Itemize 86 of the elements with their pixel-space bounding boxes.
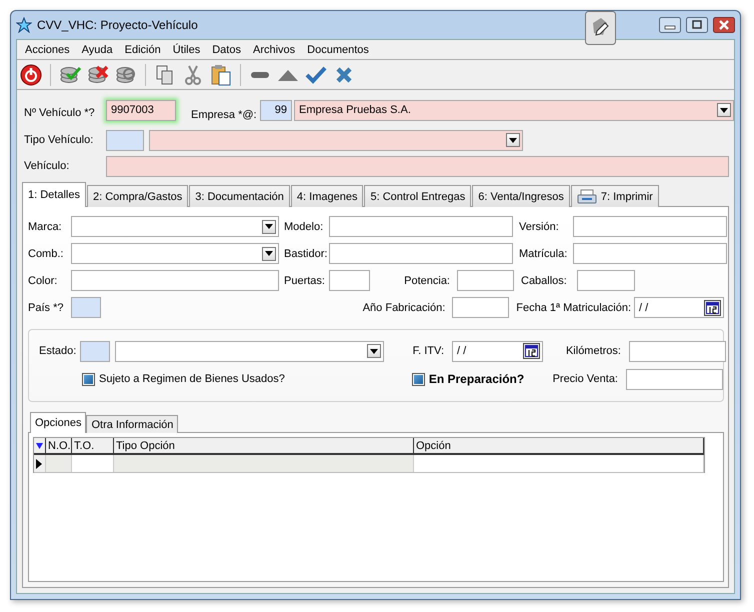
field-label: Versión: — [519, 220, 560, 232]
menu-item[interactable]: Datos — [206, 44, 247, 56]
column-header[interactable]: T.O. — [72, 438, 114, 453]
field-label: Marca: — [28, 220, 63, 232]
maximize-button[interactable] — [686, 17, 708, 33]
text-field[interactable] — [329, 270, 370, 291]
field-label: Modelo: — [284, 220, 324, 232]
calendar-button[interactable] — [704, 300, 721, 316]
tab[interactable]: Opciones — [30, 412, 86, 433]
pencil-icon[interactable] — [585, 11, 616, 45]
minimize-button[interactable] — [659, 17, 681, 33]
tab[interactable]: 1: Detalles — [22, 182, 86, 207]
field-label: Bastidor: — [284, 248, 328, 260]
checkbox[interactable]: Sujeto a Regimen de Bienes Usados? — [82, 372, 412, 386]
field-label: Estado: — [39, 345, 78, 357]
text-field[interactable] — [329, 216, 513, 237]
menu-item[interactable]: Acciones — [19, 44, 76, 56]
tab[interactable]: 4: Imagenes — [290, 185, 364, 207]
star-icon — [16, 17, 32, 33]
dropdown-button[interactable] — [262, 220, 276, 234]
column-header[interactable]: Tipo Opción — [114, 438, 414, 453]
dropdown-button[interactable] — [367, 344, 381, 358]
tab[interactable]: Otra Información — [86, 415, 178, 433]
text-field[interactable] — [452, 297, 510, 318]
text-field[interactable] — [573, 216, 727, 237]
dropdown-button[interactable] — [717, 103, 731, 117]
date-field[interactable]: / / — [452, 340, 543, 362]
column-header[interactable]: N.O. — [46, 438, 72, 453]
field-label: Kilómetros: — [564, 345, 621, 357]
field-label: Precio Venta: — [552, 373, 618, 385]
field-label: Año Fabricación: — [362, 302, 446, 314]
text-field[interactable] — [573, 243, 727, 264]
tab[interactable]: 2: Compra/Gastos — [86, 185, 188, 207]
row-pointer-icon — [36, 458, 42, 468]
menu-item[interactable]: Documentos — [301, 44, 375, 56]
field-label: País *? — [28, 302, 64, 314]
caret-icon — [370, 348, 378, 354]
caret-icon — [265, 251, 273, 256]
tab[interactable]: 6: Venta/Ingresos — [472, 185, 570, 207]
field-label: Potencia: — [403, 274, 450, 286]
tab[interactable]: 5: Control Entregas — [364, 185, 472, 207]
text-field[interactable] — [457, 270, 514, 291]
field-label: Caballos: — [521, 274, 568, 286]
calendar-button[interactable] — [523, 343, 540, 359]
field-label: Nº Vehículo *? — [24, 106, 96, 119]
window-title: CVV_VHC: Proyecto-Vehículo — [37, 18, 198, 32]
printer-icon — [576, 188, 597, 204]
company-code-field[interactable]: 99 — [260, 100, 292, 120]
menu-item[interactable]: Archivos — [246, 44, 302, 56]
text-field[interactable] — [80, 340, 110, 362]
field-label: Tipo Vehículo: — [24, 134, 94, 146]
text-field[interactable] — [329, 243, 513, 264]
field-label: F. ITV: — [412, 345, 444, 357]
field-label: Matrícula: — [519, 248, 568, 260]
date-field[interactable]: / / — [634, 297, 724, 318]
menu-item[interactable]: Edición — [118, 44, 167, 56]
menu-item[interactable]: Útiles — [166, 44, 206, 56]
text-field[interactable] — [71, 270, 279, 291]
text-field[interactable] — [626, 368, 723, 390]
field-label: Puertas: — [284, 274, 326, 286]
close-button[interactable] — [713, 17, 735, 33]
caret-icon — [720, 108, 728, 112]
field-label: Vehículo: — [24, 160, 70, 172]
caret-icon — [509, 138, 517, 142]
text-field[interactable] — [106, 156, 729, 176]
field-label: Color: — [28, 274, 58, 286]
field-label: Comb.: — [28, 248, 64, 260]
text-field[interactable] — [577, 270, 635, 291]
dropdown-button[interactable] — [506, 133, 520, 147]
sort-arrow-icon[interactable] — [36, 442, 43, 448]
vehicle-number-field[interactable]: 9907003 — [106, 100, 176, 120]
text-field[interactable] — [629, 340, 726, 362]
text-field[interactable] — [71, 297, 101, 318]
column-header[interactable]: Opción — [414, 438, 704, 453]
paste-icon[interactable] — [209, 62, 233, 86]
tab[interactable]: 3: Documentación — [189, 185, 290, 207]
text-field[interactable] — [106, 130, 144, 150]
checkbox[interactable]: En Preparación? — [412, 372, 541, 386]
field-label: Fecha 1ª Matriculación: — [516, 302, 631, 314]
combo-box[interactable]: Empresa Pruebas S.A. — [294, 100, 734, 120]
tab[interactable]: 7: Imprimir — [570, 185, 659, 207]
dropdown-button[interactable] — [262, 246, 276, 260]
caret-icon — [265, 224, 273, 229]
menu-item[interactable]: Ayuda — [76, 44, 119, 56]
power-icon[interactable] — [19, 62, 43, 86]
field-label: Empresa *@: — [191, 108, 258, 121]
